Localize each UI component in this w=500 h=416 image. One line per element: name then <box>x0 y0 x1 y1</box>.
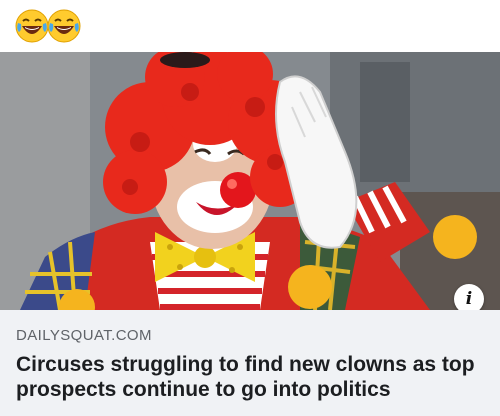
clown-illustration <box>0 52 500 310</box>
face-with-tears-of-joy-icon <box>47 9 81 43</box>
clown-photo[interactable]: i <box>0 52 500 310</box>
face-with-tears-of-joy-icon <box>15 9 49 43</box>
link-caption[interactable]: DAILYSQUAT.COM Circuses struggling to fi… <box>0 310 500 416</box>
link-preview-card[interactable]: i DAILYSQUAT.COM Circuses struggling to … <box>0 52 500 416</box>
source-domain: DAILYSQUAT.COM <box>16 327 152 344</box>
post-header <box>0 0 500 52</box>
info-icon[interactable]: i <box>454 284 484 310</box>
article-headline[interactable]: Circuses struggling to find new clowns a… <box>16 352 486 402</box>
